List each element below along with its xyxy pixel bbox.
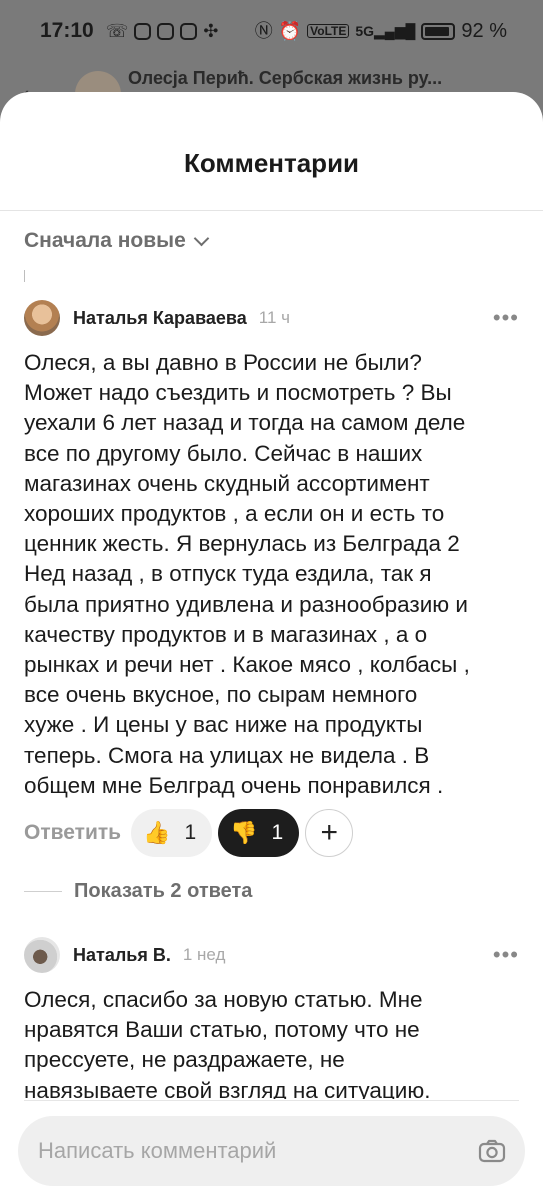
more-options-icon[interactable]: •••	[493, 305, 519, 331]
instagram-icon	[157, 22, 175, 40]
comment-input[interactable]	[36, 1137, 477, 1165]
comment-text: Олеся, а вы давно в России не были? Може…	[24, 348, 524, 801]
divider	[24, 270, 25, 282]
volte-icon: VoLTE	[307, 24, 350, 38]
pinwheel-icon: ✣	[203, 21, 219, 41]
battery-icon	[421, 22, 456, 40]
avatar[interactable]	[24, 300, 60, 336]
call-icon: ☏	[105, 21, 129, 41]
camera-icon[interactable]	[477, 1136, 507, 1166]
dislike-button[interactable]: 👎 1	[218, 809, 300, 857]
sheet-title: Комментарии	[183, 148, 360, 178]
comment-line: рынках и речи нет . Какое мясо , колбасы…	[24, 652, 470, 678]
comment-line: Олеся, а вы давно в России не были?	[24, 350, 422, 375]
divider	[24, 1100, 519, 1101]
comment-time: 11 ч	[258, 308, 290, 327]
comment-header: Наталья В. 1 нед •••	[24, 937, 519, 973]
comment-line: прессуете, не раздражаете, не	[24, 1047, 345, 1073]
comment-line: магазинах очень скудный ассортимент	[24, 470, 430, 496]
chevron-down-icon	[193, 230, 210, 246]
comment-line: уехали 6 лет назад и тогда на самом деле	[24, 410, 466, 436]
comment-line: Олеся, спасибо за новую статью. Мне	[24, 987, 423, 1012]
comment-line: навязываете свой взгляд на ситуацию.	[24, 1077, 431, 1099]
comment-line: теперь. Смога на улицах не видела . В	[24, 742, 430, 768]
comment-line: была приятно удивлена и разнообразию и	[24, 591, 468, 617]
like-button[interactable]: 👍 1	[131, 809, 213, 857]
background-page-title: Олесја Перић. Сербская жизнь ру...	[128, 68, 443, 88]
sort-label: Сначала новые	[24, 229, 186, 252]
comment-line: Может надо съездить и посмотреть ? Вы	[24, 380, 452, 406]
divider	[0, 210, 543, 211]
instagram-icon	[180, 22, 198, 40]
instagram-icon	[134, 22, 152, 40]
nfc-icon: Ⓝ	[254, 21, 273, 41]
dislike-count: 1	[271, 821, 284, 844]
comment-composer	[18, 1116, 525, 1186]
comments-sheet: Комментарии Сначала новые Наталья Карава…	[0, 92, 543, 1200]
comment-line: все очень вкусное, по сырам немного	[24, 682, 418, 708]
battery-percent: 92 %	[461, 19, 507, 42]
comment-line: хуже . И цены у вас ниже на продукты	[24, 712, 423, 738]
alarm-icon: ⏰	[278, 21, 302, 41]
comment-author[interactable]: Наталья Караваева	[73, 308, 247, 329]
comment-author[interactable]: Наталья В.	[73, 945, 171, 966]
comment-line: Нед назад , в отпуск туда ездила, так я	[24, 561, 432, 587]
sort-dropdown[interactable]: Сначала новые	[24, 229, 210, 253]
comment-line: общем мне Белград очень понравился .	[24, 772, 444, 798]
avatar[interactable]	[24, 937, 60, 973]
comment-line: нравятся Ваши статью, потому что не	[24, 1017, 420, 1043]
thumbs-down-icon: 👎	[230, 820, 258, 845]
comment-line: качеству продуктов и в магазинах , а о	[24, 621, 428, 647]
like-count: 1	[184, 821, 197, 844]
plus-icon: +	[320, 816, 338, 849]
comment-line: ценник жесть. Я вернулась из Белграда 2	[24, 531, 460, 557]
divider	[24, 891, 62, 892]
comment-text: Олеся, спасибо за новую статью. Мне нрав…	[24, 985, 524, 1099]
comment-header: Наталья Караваева 11 ч •••	[24, 300, 519, 336]
5g-signal-icon: 5G▂▄▆█	[355, 23, 416, 39]
show-replies-label: Показать 2 ответа	[74, 880, 253, 902]
more-options-icon[interactable]: •••	[493, 942, 519, 968]
status-time: 17:10	[40, 19, 94, 42]
add-reaction-button[interactable]: +	[305, 809, 354, 857]
status-bar: 17:10 ☏ ✣ Ⓝ ⏰ VoLTE 5G▂▄▆█ 92 %	[0, 0, 543, 62]
show-replies-button[interactable]: Показать 2 ответа	[24, 880, 252, 903]
comment-actions: Ответить 👍 1 👎 1 +	[24, 809, 354, 857]
comment-line: все по другому было. Сейчас в наших	[24, 440, 423, 466]
comment-time: 1 нед	[182, 945, 226, 964]
thumbs-up-icon: 👍	[143, 820, 171, 845]
comment-line: хороших продуктов , а если он и есть то	[24, 501, 445, 527]
reply-button[interactable]: Ответить	[24, 821, 121, 845]
